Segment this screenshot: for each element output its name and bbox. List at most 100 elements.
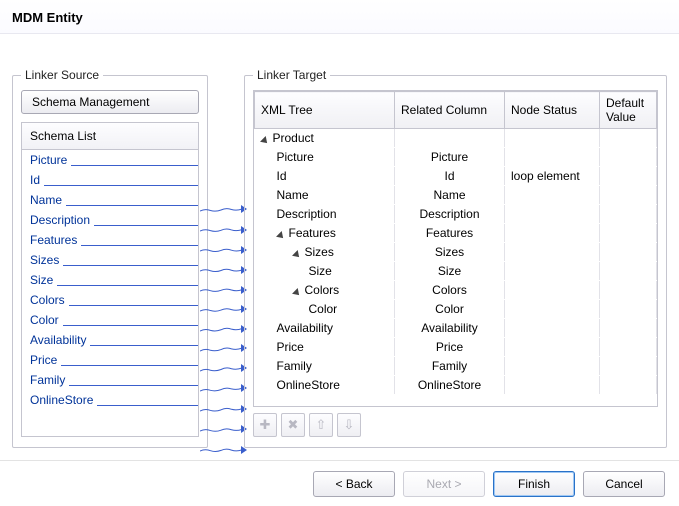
default-value-cell[interactable]	[600, 319, 657, 338]
column-header[interactable]: XML Tree	[255, 92, 395, 129]
related-column-cell[interactable]: Color	[395, 300, 505, 319]
related-column-cell[interactable]: Family	[395, 357, 505, 376]
schema-source-label: Sizes	[30, 253, 63, 267]
node-status-cell[interactable]	[505, 224, 600, 243]
node-status-cell[interactable]	[505, 243, 600, 262]
table-row[interactable]: Product	[255, 129, 657, 148]
table-row[interactable]: NameName	[255, 186, 657, 205]
schema-source-item[interactable]: Price	[22, 350, 198, 370]
node-status-cell[interactable]	[505, 357, 600, 376]
xml-tree-table[interactable]: XML TreeRelated ColumnNode StatusDefault…	[254, 91, 657, 395]
related-column-cell[interactable]: Size	[395, 262, 505, 281]
related-column-cell[interactable]: Colors	[395, 281, 505, 300]
node-status-cell[interactable]	[505, 205, 600, 224]
schema-source-item[interactable]: Id	[22, 170, 198, 190]
cancel-button[interactable]: Cancel	[583, 471, 665, 497]
schema-list[interactable]: PictureId Name Description Features Sizes Siz…	[22, 150, 198, 436]
default-value-cell[interactable]	[600, 243, 657, 262]
node-status-cell[interactable]	[505, 338, 600, 357]
schema-source-label: Name	[30, 193, 66, 207]
related-column-cell[interactable]: Id	[395, 167, 505, 186]
node-status-cell[interactable]	[505, 376, 600, 395]
table-row[interactable]: AvailabilityAvailability	[255, 319, 657, 338]
table-row[interactable]: Features Features	[255, 224, 657, 243]
default-value-cell[interactable]	[600, 148, 657, 167]
related-column-cell[interactable]: Description	[395, 205, 505, 224]
default-value-cell[interactable]	[600, 262, 657, 281]
column-header[interactable]: Node Status	[505, 92, 600, 129]
expander-icon[interactable]	[292, 250, 302, 260]
schema-source-item[interactable]: Size	[22, 270, 198, 290]
node-status-cell[interactable]	[505, 148, 600, 167]
schema-source-item[interactable]: OnlineStore	[22, 390, 198, 410]
node-status-cell[interactable]	[505, 262, 600, 281]
expander-icon[interactable]	[276, 231, 286, 241]
linker-source-legend: Linker Source	[21, 68, 103, 82]
move-down-button[interactable]: ⇩	[337, 413, 361, 437]
tree-node-label: Family	[277, 359, 312, 373]
column-header[interactable]: Related Column	[395, 92, 505, 129]
schema-source-item[interactable]: Color	[22, 310, 198, 330]
default-value-cell[interactable]	[600, 205, 657, 224]
default-value-cell[interactable]	[600, 281, 657, 300]
table-row[interactable]: IdIdloop element	[255, 167, 657, 186]
related-column-cell[interactable]: OnlineStore	[395, 376, 505, 395]
schema-source-item[interactable]: Availability	[22, 330, 198, 350]
related-column-cell[interactable]: Features	[395, 224, 505, 243]
default-value-cell[interactable]	[600, 376, 657, 395]
schema-list-header[interactable]: Schema List	[22, 123, 198, 150]
table-row[interactable]: SizeSize	[255, 262, 657, 281]
node-status-cell[interactable]	[505, 186, 600, 205]
node-status-cell[interactable]	[505, 300, 600, 319]
table-row[interactable]: Description Description	[255, 205, 657, 224]
related-column-cell[interactable]	[395, 129, 505, 148]
tree-node-label: Colors	[305, 283, 340, 297]
table-row[interactable]: OnlineStoreOnlineStore	[255, 376, 657, 395]
default-value-cell[interactable]	[600, 186, 657, 205]
table-row[interactable]: Colors Colors	[255, 281, 657, 300]
schema-source-item[interactable]: Picture	[22, 150, 198, 170]
related-column-cell[interactable]: Availability	[395, 319, 505, 338]
table-row[interactable]: Family Family	[255, 357, 657, 376]
delete-button[interactable]: ✖	[281, 413, 305, 437]
back-button[interactable]: < Back	[313, 471, 395, 497]
expander-icon[interactable]	[292, 288, 302, 298]
related-column-cell[interactable]: Name	[395, 186, 505, 205]
related-column-cell[interactable]: Sizes	[395, 243, 505, 262]
default-value-cell[interactable]	[600, 167, 657, 186]
table-row[interactable]: ColorColor	[255, 300, 657, 319]
node-status-cell[interactable]	[505, 281, 600, 300]
schema-source-item[interactable]: Sizes	[22, 250, 198, 270]
default-value-cell[interactable]	[600, 338, 657, 357]
move-up-button[interactable]: ⇧	[309, 413, 333, 437]
schema-source-item[interactable]: Description	[22, 210, 198, 230]
schema-management-button[interactable]: Schema Management	[21, 90, 199, 114]
schema-source-label: Size	[30, 273, 57, 287]
column-header[interactable]: Default Value	[600, 92, 657, 129]
add-button[interactable]: ✚	[253, 413, 277, 437]
default-value-cell[interactable]	[600, 357, 657, 376]
table-row[interactable]: PicturePicture	[255, 148, 657, 167]
schema-source-item[interactable]: Family	[22, 370, 198, 390]
related-column-cell[interactable]: Price	[395, 338, 505, 357]
schema-source-item[interactable]: Colors	[22, 290, 198, 310]
schema-source-item[interactable]: Name	[22, 190, 198, 210]
table-row[interactable]: PricePrice	[255, 338, 657, 357]
related-column-cell[interactable]: Picture	[395, 148, 505, 167]
table-row[interactable]: SizesSizes	[255, 243, 657, 262]
linker-target-group: Linker Target XML TreeRelated ColumnNode…	[244, 68, 667, 448]
default-value-cell[interactable]	[600, 224, 657, 243]
default-value-cell[interactable]	[600, 129, 657, 148]
node-status-cell[interactable]	[505, 129, 600, 148]
default-value-cell[interactable]	[600, 300, 657, 319]
schema-source-label: Color	[30, 313, 63, 327]
schema-source-item[interactable]: Features	[22, 230, 198, 250]
tree-node-label: Description	[277, 207, 337, 221]
node-status-cell[interactable]	[505, 319, 600, 338]
schema-source-label: Description	[30, 213, 94, 227]
dialog-footer: < Back Next > Finish Cancel	[0, 460, 679, 506]
tree-node-label: Features	[289, 226, 336, 240]
node-status-cell[interactable]: loop element	[505, 167, 600, 186]
expander-icon[interactable]	[260, 136, 270, 146]
finish-button[interactable]: Finish	[493, 471, 575, 497]
